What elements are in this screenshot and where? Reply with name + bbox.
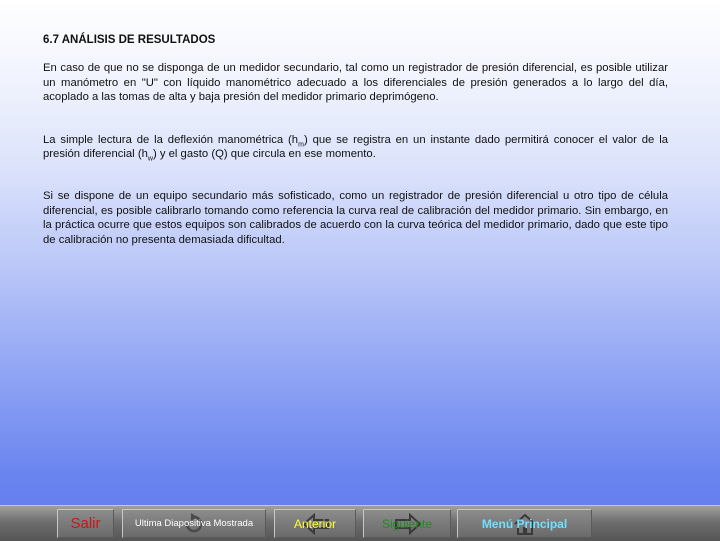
main-menu-label: Menú Principal — [481, 516, 568, 531]
main-menu-button[interactable]: Menú Principal — [457, 509, 592, 538]
next-button[interactable]: Siguiente — [363, 509, 451, 538]
previous-label: Anterior — [293, 516, 337, 531]
next-label: Siguiente — [381, 516, 433, 531]
paragraph-2: La simple lectura de la deflexión manomé… — [43, 133, 668, 163]
exit-label: Salir — [70, 515, 101, 532]
exit-button[interactable]: Salir — [57, 509, 114, 538]
last-viewed-slide-label: Ultima Diapositiva Mostrada — [134, 518, 254, 529]
paragraph-3: Si se dispone de un equipo secundario má… — [43, 190, 668, 246]
previous-button[interactable]: Anterior — [274, 509, 356, 538]
paragraph-1: En caso de que no se disponga de un medi… — [43, 62, 668, 104]
last-viewed-slide-button[interactable]: Ultima Diapositiva Mostrada — [122, 509, 266, 538]
navigation-toolbar: Salir Ultima Diapositiva Mostrada Anteri… — [0, 505, 720, 541]
slide-content: 6.7 ANÁLISIS DE RESULTADOS En caso de qu… — [43, 33, 668, 275]
slide-title: 6.7 ANÁLISIS DE RESULTADOS — [43, 34, 216, 46]
